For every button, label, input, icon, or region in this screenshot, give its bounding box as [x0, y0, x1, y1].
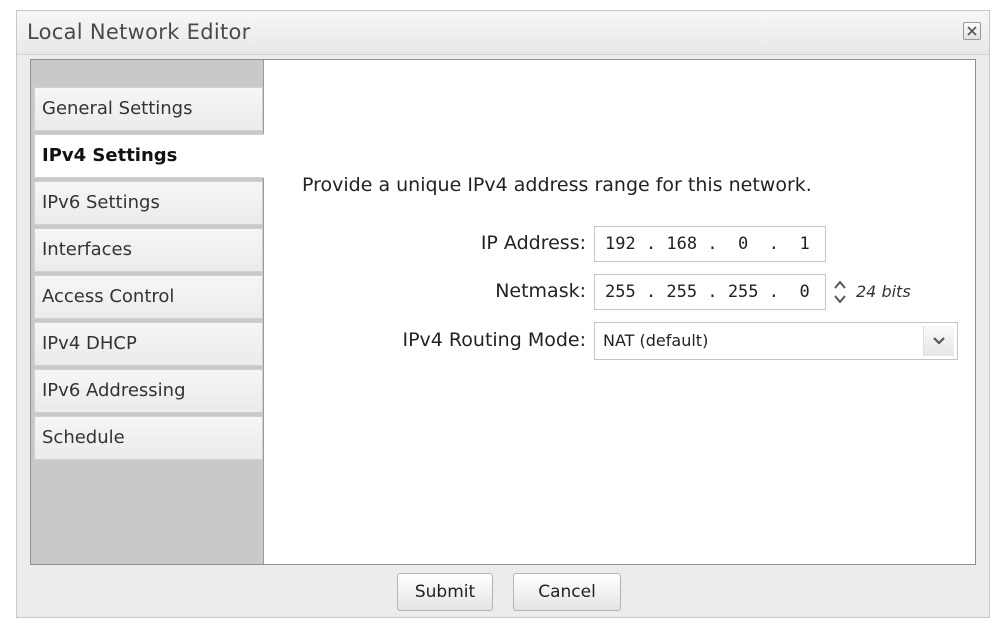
netmask-input[interactable]: 255 . 255 . 255 . 0	[594, 274, 826, 310]
routing-mode-value: NAT (default)	[603, 331, 709, 350]
close-button[interactable]	[963, 22, 981, 40]
netmask-bits: 24 bits	[856, 282, 911, 301]
sidebar-item-ipv6-addressing[interactable]: IPv6 Addressing	[34, 369, 263, 413]
stepper-down-icon	[834, 295, 846, 304]
sidebar-item-ipv6-settings[interactable]: IPv6 Settings	[34, 181, 263, 225]
main-panel: Provide a unique IPv4 address range for …	[264, 60, 975, 564]
sidebar-item-ipv4-settings[interactable]: IPv4 Settings	[34, 134, 264, 178]
netmask-label: Netmask:	[495, 280, 586, 302]
ip-address-input[interactable]: 192 . 168 . 0 . 1	[594, 226, 826, 262]
cancel-button[interactable]: Cancel	[513, 573, 621, 611]
sidebar-item-interfaces[interactable]: Interfaces	[34, 228, 263, 272]
dialog-titlebar: Local Network Editor	[17, 11, 989, 55]
content-frame: General Settings IPv4 Settings IPv6 Sett…	[30, 59, 976, 565]
routing-mode-label: IPv4 Routing Mode:	[402, 329, 587, 351]
sidebar-item-ipv4-dhcp[interactable]: IPv4 DHCP	[34, 322, 263, 366]
close-icon	[967, 26, 977, 36]
instruction-text: Provide a unique IPv4 address range for …	[302, 174, 812, 196]
stepper-up-icon	[834, 280, 846, 289]
ip-address-label: IP Address:	[480, 232, 586, 254]
submit-button[interactable]: Submit	[397, 573, 493, 611]
sidebar-nav: General Settings IPv4 Settings IPv6 Sett…	[34, 87, 264, 463]
sidebar-item-general-settings[interactable]: General Settings	[34, 87, 263, 131]
sidebar-item-schedule[interactable]: Schedule	[34, 416, 263, 460]
netmask-stepper[interactable]	[831, 275, 849, 309]
dialog-title: Local Network Editor	[27, 20, 251, 44]
sidebar-item-access-control[interactable]: Access Control	[34, 275, 263, 319]
sidebar: General Settings IPv4 Settings IPv6 Sett…	[31, 60, 264, 564]
routing-mode-select[interactable]: NAT (default)	[594, 322, 958, 360]
chevron-down-icon	[923, 326, 954, 356]
local-network-editor-dialog: Local Network Editor General Settings IP…	[16, 10, 990, 618]
